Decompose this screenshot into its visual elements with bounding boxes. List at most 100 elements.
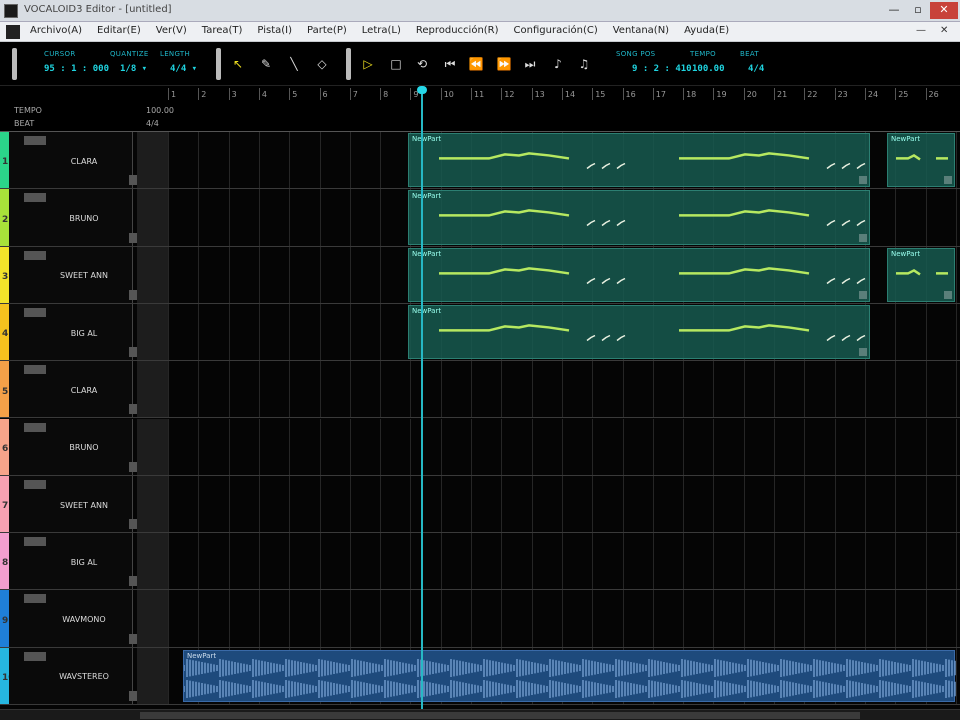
auto-scroll-icon[interactable]: ♫	[574, 54, 594, 74]
grid-line	[198, 246, 200, 303]
length-select[interactable]: 4/4 ▾	[170, 64, 197, 74]
timeline-ruler[interactable]: TEMPO BEAT 100.00 4/4 1 2 3 4 5 6 7 8 9 10 11 12 13 1…	[0, 86, 960, 132]
track-row[interactable]: 7 SWEET ANN	[0, 475, 960, 534]
grid-line	[804, 590, 806, 647]
back-icon[interactable]: ⏪	[466, 54, 486, 74]
audio-part[interactable]: NewPart	[183, 649, 956, 702]
part-resize-icon[interactable]	[859, 290, 867, 299]
track-header[interactable]: CLARA	[9, 361, 139, 418]
toolbar-grip[interactable]	[346, 48, 351, 80]
horizontal-scrollbar[interactable]	[0, 709, 960, 720]
track-row[interactable]: 1 CLARA NewPart NewPart	[0, 132, 960, 190]
close-button[interactable]: ✕	[930, 2, 958, 19]
track-header[interactable]: BIG AL	[9, 533, 139, 590]
track-header[interactable]: BRUNO	[9, 189, 139, 246]
track-row[interactable]: 6 BRUNO	[0, 418, 960, 476]
track-header[interactable]: SWEET ANN	[9, 246, 139, 303]
mute-solo-icon[interactable]	[24, 250, 46, 260]
document-icon[interactable]	[6, 25, 20, 39]
track-row[interactable]: 4 BIG AL NewPart	[0, 303, 960, 362]
menu-ventana[interactable]: Ventana(N)	[613, 25, 669, 36]
line-tool-icon[interactable]: ╲	[284, 54, 304, 74]
part-resize-icon[interactable]	[944, 290, 952, 299]
menu-reproduccion[interactable]: Reproducción(R)	[416, 25, 499, 36]
mute-solo-icon[interactable]	[24, 594, 46, 604]
beat-marker[interactable]: 4/4	[146, 119, 159, 128]
grid-line	[864, 590, 866, 647]
track-row[interactable]: 2 BRUNO NewPart	[0, 189, 960, 247]
menu-editar[interactable]: Editar(E)	[97, 25, 141, 36]
part-resize-icon[interactable]	[859, 233, 867, 242]
menu-configuracion[interactable]: Configuración(C)	[514, 25, 598, 36]
menu-parte[interactable]: Parte(P)	[307, 25, 347, 36]
mdi-minimize-button[interactable]: —	[916, 25, 926, 36]
mute-solo-icon[interactable]	[24, 422, 46, 432]
eraser-tool-icon[interactable]: ◇	[312, 54, 332, 74]
quantize-select[interactable]: 1/8 ▾	[120, 64, 147, 74]
track-row[interactable]: 10 WAVSTEREO NewPart	[0, 647, 960, 705]
mute-solo-icon[interactable]	[24, 365, 46, 375]
track-grid[interactable]	[137, 418, 960, 475]
menu-archivo[interactable]: Archivo(A)	[30, 25, 82, 36]
loop-icon[interactable]: ⟲	[412, 54, 432, 74]
grid-line	[258, 590, 260, 647]
mute-solo-icon[interactable]	[24, 193, 46, 203]
mute-solo-icon[interactable]	[24, 307, 46, 317]
track-grid[interactable]	[137, 475, 960, 533]
track-color-strip: 5	[0, 361, 9, 418]
playback-cursor-handle[interactable]	[417, 86, 427, 94]
menu-ayuda[interactable]: Ayuda(E)	[684, 25, 729, 36]
vocal-part[interactable]: NewPart	[408, 190, 870, 245]
play-icon[interactable]: ▷	[358, 54, 378, 74]
track-row[interactable]: 8 BIG AL	[0, 533, 960, 591]
track-header[interactable]: BRUNO	[9, 418, 139, 475]
part-resize-icon[interactable]	[859, 348, 867, 357]
rewind-icon[interactable]: ⏮	[440, 54, 460, 74]
note-melody	[439, 152, 866, 170]
track-header[interactable]: CLARA	[9, 132, 139, 189]
track-row[interactable]: 3 SWEET ANN NewPart NewPart	[0, 246, 960, 304]
toolbar-grip[interactable]	[216, 48, 221, 80]
fastforward-icon[interactable]: ⏭	[520, 54, 540, 74]
pencil-tool-icon[interactable]: ✎	[256, 54, 276, 74]
menu-ver[interactable]: Ver(V)	[156, 25, 187, 36]
menu-pista[interactable]: Pista(I)	[257, 25, 292, 36]
minimize-button[interactable]: —	[882, 2, 906, 19]
part-resize-icon[interactable]	[859, 176, 867, 185]
track-grid[interactable]	[137, 533, 960, 590]
mute-solo-icon[interactable]	[24, 479, 46, 489]
grid-line	[198, 361, 200, 418]
measure-number: 1	[171, 90, 177, 99]
track-header[interactable]: WAVSTEREO	[9, 647, 139, 704]
vocal-part[interactable]: NewPart	[408, 133, 870, 188]
mdi-close-button[interactable]: ✕	[940, 25, 948, 36]
track-grid[interactable]	[137, 590, 960, 647]
track-header[interactable]: BIG AL	[9, 303, 139, 361]
grid-line	[683, 418, 685, 475]
menu-tarea[interactable]: Tarea(T)	[202, 25, 243, 36]
scrollbar-thumb[interactable]	[140, 712, 860, 719]
menu-letra[interactable]: Letra(L)	[362, 25, 401, 36]
mute-solo-icon[interactable]	[24, 651, 46, 661]
track-header[interactable]: SWEET ANN	[9, 475, 139, 533]
stop-icon[interactable]: □	[386, 54, 406, 74]
track-row[interactable]: 5 CLARA	[0, 361, 960, 419]
playback-cursor[interactable]	[421, 88, 423, 709]
part-resize-icon[interactable]	[944, 176, 952, 185]
track-row[interactable]: 9 WAVMONO	[0, 590, 960, 648]
track-header[interactable]: WAVMONO	[9, 590, 139, 647]
vocal-part[interactable]: NewPart	[408, 304, 870, 360]
tempo-marker[interactable]: 100.00	[146, 106, 174, 115]
mute-solo-icon[interactable]	[24, 537, 46, 547]
vocal-part[interactable]: NewPart	[887, 133, 955, 188]
vocal-part[interactable]: NewPart	[887, 247, 955, 302]
mute-solo-icon[interactable]	[24, 136, 46, 145]
toolbar-grip[interactable]	[12, 48, 17, 80]
measure-number: 6	[322, 90, 328, 99]
maximize-button[interactable]: ▫	[906, 2, 930, 19]
arrow-tool-icon[interactable]: ↖	[228, 54, 248, 74]
metronome-icon[interactable]: ♪	[548, 54, 568, 74]
track-grid[interactable]	[137, 361, 960, 418]
vocal-part[interactable]: NewPart	[408, 247, 870, 302]
forward-icon[interactable]: ⏩	[494, 54, 514, 74]
